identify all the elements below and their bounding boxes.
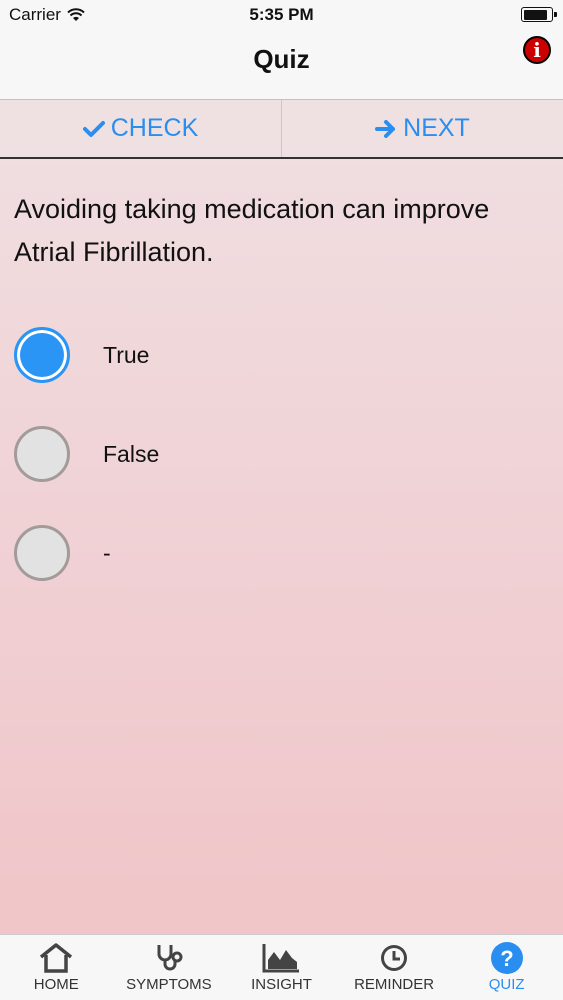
- radio-button[interactable]: [14, 327, 70, 383]
- status-time: 5:35 PM: [249, 5, 314, 24]
- svg-text:?: ?: [500, 946, 513, 971]
- option-label: False: [103, 440, 160, 467]
- tab-label: HOME: [33, 976, 79, 993]
- option-label: True: [103, 341, 150, 368]
- tab-label: SYMPTOMS: [126, 976, 212, 993]
- status-bar: Carrier 5:35 PM: [0, 0, 563, 30]
- option-dash[interactable]: -: [14, 525, 544, 581]
- tab-insight[interactable]: INSIGHT: [225, 935, 338, 1000]
- tab-symptoms[interactable]: SYMPTOMS: [113, 935, 226, 1000]
- tab-bar: HOME SYMPTOMS INSIGHT REMINDER ? QUIZ: [0, 934, 563, 1000]
- check-label: CHECK: [110, 114, 199, 142]
- clock-icon: [381, 945, 408, 971]
- option-true[interactable]: True: [14, 327, 544, 383]
- action-bar: CHECK NEXT: [0, 100, 563, 159]
- option-false[interactable]: False: [14, 426, 544, 482]
- question-icon: ?: [490, 942, 523, 974]
- chart-icon: [262, 944, 300, 973]
- next-button[interactable]: NEXT: [281, 100, 563, 157]
- battery-icon: [521, 7, 557, 22]
- page-title: Quiz: [253, 44, 310, 74]
- option-label: -: [103, 539, 111, 566]
- nav-bar: Quiz i: [0, 30, 563, 100]
- stethoscope-icon: [157, 945, 183, 971]
- tab-label: REMINDER: [354, 976, 435, 993]
- home-icon: [40, 943, 73, 973]
- tab-label: INSIGHT: [251, 976, 312, 993]
- next-label: NEXT: [403, 114, 470, 142]
- radio-button[interactable]: [14, 525, 70, 581]
- tab-label: QUIZ: [488, 976, 525, 993]
- check-button[interactable]: CHECK: [0, 100, 281, 157]
- tab-home[interactable]: HOME: [0, 935, 113, 1000]
- question-text: Avoiding taking medication can improve A…: [14, 194, 490, 267]
- radio-button[interactable]: [14, 426, 70, 482]
- arrow-right-icon: [375, 119, 396, 138]
- tab-quiz[interactable]: ? QUIZ: [450, 935, 563, 1000]
- info-icon[interactable]: i: [523, 36, 551, 64]
- checkmark-icon: [82, 120, 105, 137]
- tab-reminder[interactable]: REMINDER: [338, 935, 451, 1000]
